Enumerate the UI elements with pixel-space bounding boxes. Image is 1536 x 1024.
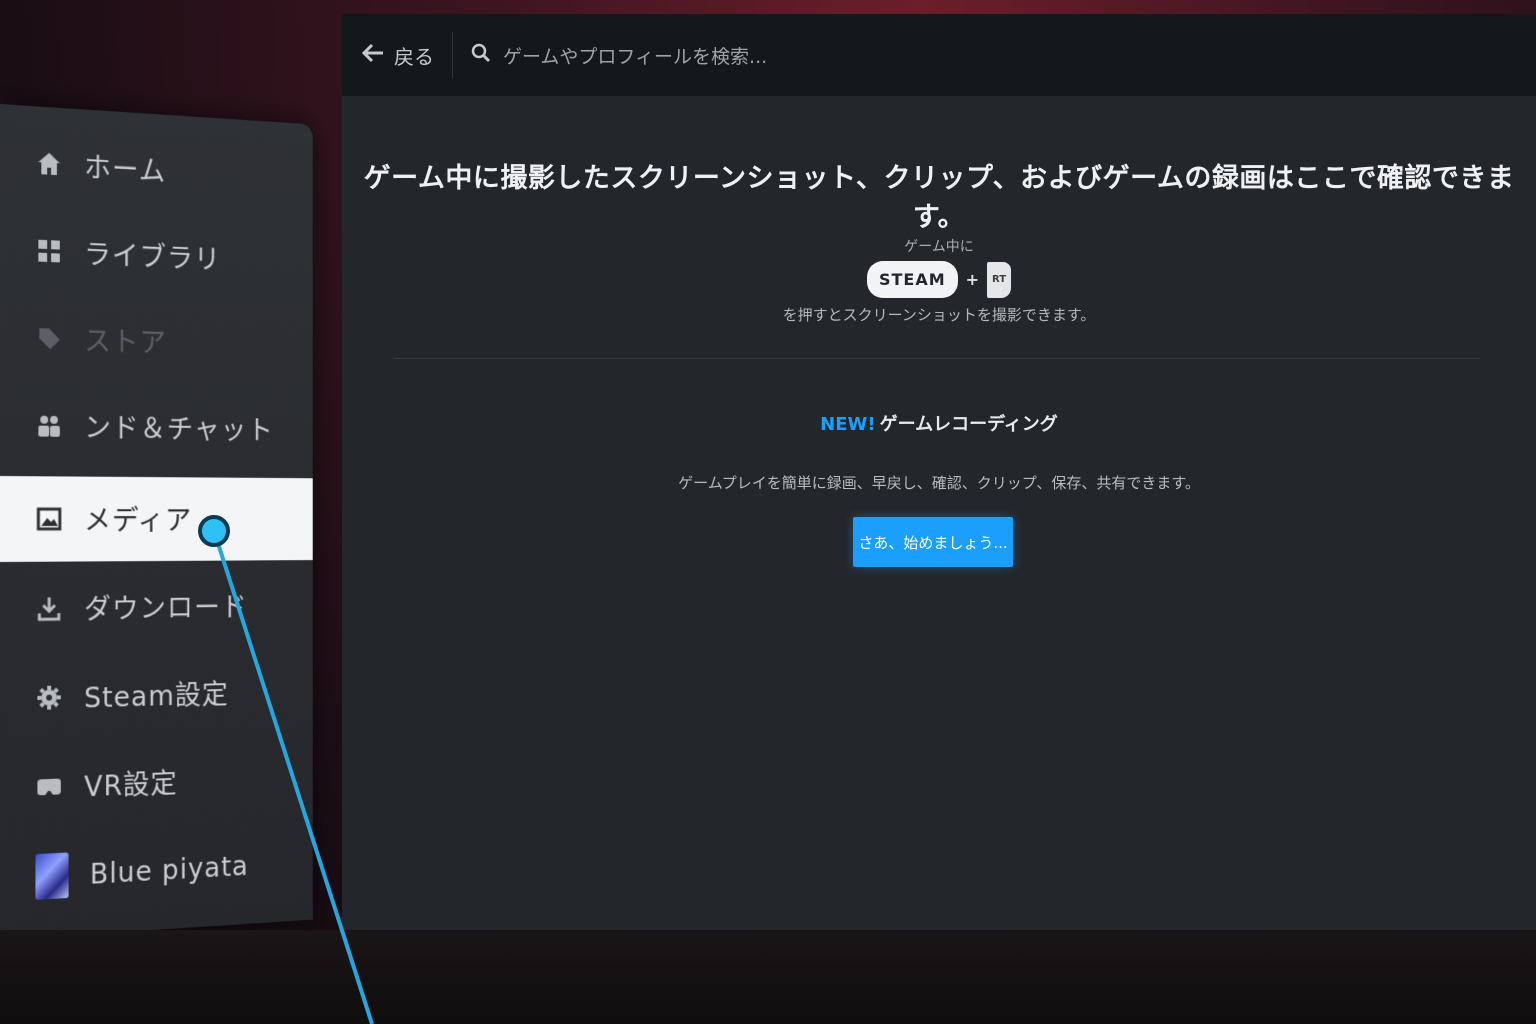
sidebar-item-steam-settings[interactable]: Steam設定 (0, 649, 313, 742)
screenshot-hint: を押すとスクリーンショットを撮影できます。 (782, 306, 1096, 324)
back-button[interactable]: 戻る (361, 41, 434, 70)
vr-floor (0, 930, 1536, 1024)
media-panel: 戻る ゲームやプロフィールを検索... ゲーム中に撮影したスクリーンショット、ク… (342, 14, 1536, 974)
sidebar-item-label: ンド＆チャット (84, 411, 274, 447)
sidebar-item-label: メディア (84, 504, 193, 537)
new-badge: NEW! (820, 414, 876, 435)
store-tag-icon (35, 324, 62, 353)
sidebar-item-vr-settings[interactable]: VR設定 (0, 735, 313, 832)
plus-sign: + (965, 270, 980, 289)
search-placeholder: ゲームやプロフィールを検索... (503, 45, 768, 68)
sidebar-item-label: ホーム (84, 150, 167, 188)
shortcut-combo: STEAM + RT (342, 261, 1536, 298)
sidebar-item-downloads[interactable]: ダウンロード (0, 564, 313, 652)
sidebar-item-label: ストア (84, 324, 167, 360)
get-started-button[interactable]: さあ、始めましょう... (853, 517, 1013, 567)
sidebar-item-profile[interactable]: Blue piyata (0, 821, 313, 922)
media-content: ゲーム中に撮影したスクリーンショット、クリップ、およびゲームの録画はここで確認で… (342, 96, 1536, 974)
divider (452, 32, 453, 78)
sidebar: ホーム ライブラリ ストア ンド＆チャット メディア ダウンロード Steam設… (0, 104, 313, 940)
sidebar-item-media[interactable]: メディア (0, 476, 313, 562)
section-divider (394, 358, 1480, 359)
top-bar: 戻る ゲームやプロフィールを検索... (342, 14, 1536, 96)
sidebar-item-label: VR設定 (84, 767, 178, 804)
sidebar-item-store[interactable]: ストア (0, 294, 313, 387)
sidebar-item-label: Steam設定 (84, 678, 229, 715)
sidebar-item-label: ライブラリ (84, 237, 221, 276)
sidebar-item-label: ダウンロード (84, 591, 248, 626)
home-icon (35, 149, 62, 178)
rt-trigger-icon: RT (987, 261, 1012, 298)
library-icon (35, 237, 62, 266)
arrow-left-icon (361, 43, 384, 68)
media-icon (35, 505, 62, 533)
in-game-label: ゲーム中に (904, 239, 974, 255)
steam-key: STEAM (866, 261, 958, 298)
recording-title: NEW! ゲームレコーディング (342, 410, 1536, 436)
search-input[interactable]: ゲームやプロフィールを検索... (471, 42, 767, 69)
search-icon (471, 43, 491, 68)
sidebar-item-label: Blue piyata (89, 849, 249, 891)
recording-title-text: ゲームレコーディング (879, 414, 1058, 435)
download-icon (35, 594, 62, 622)
avatar (35, 852, 69, 900)
friends-icon (35, 412, 62, 440)
vr-headset-icon (35, 773, 62, 802)
back-label: 戻る (394, 44, 434, 69)
sidebar-item-friends[interactable]: ンド＆チャット (0, 382, 313, 471)
page-title: ゲーム中に撮影したスクリーンショット、クリップ、およびゲームの録画はここで確認で… (363, 163, 1515, 233)
recording-description: ゲームプレイを簡単に録画、早戻し、確認、クリップ、保存、共有できます。 (678, 474, 1200, 492)
gear-icon (35, 683, 62, 712)
sidebar-item-home[interactable]: ホーム (0, 118, 313, 220)
sidebar-item-library[interactable]: ライブラリ (0, 206, 313, 303)
